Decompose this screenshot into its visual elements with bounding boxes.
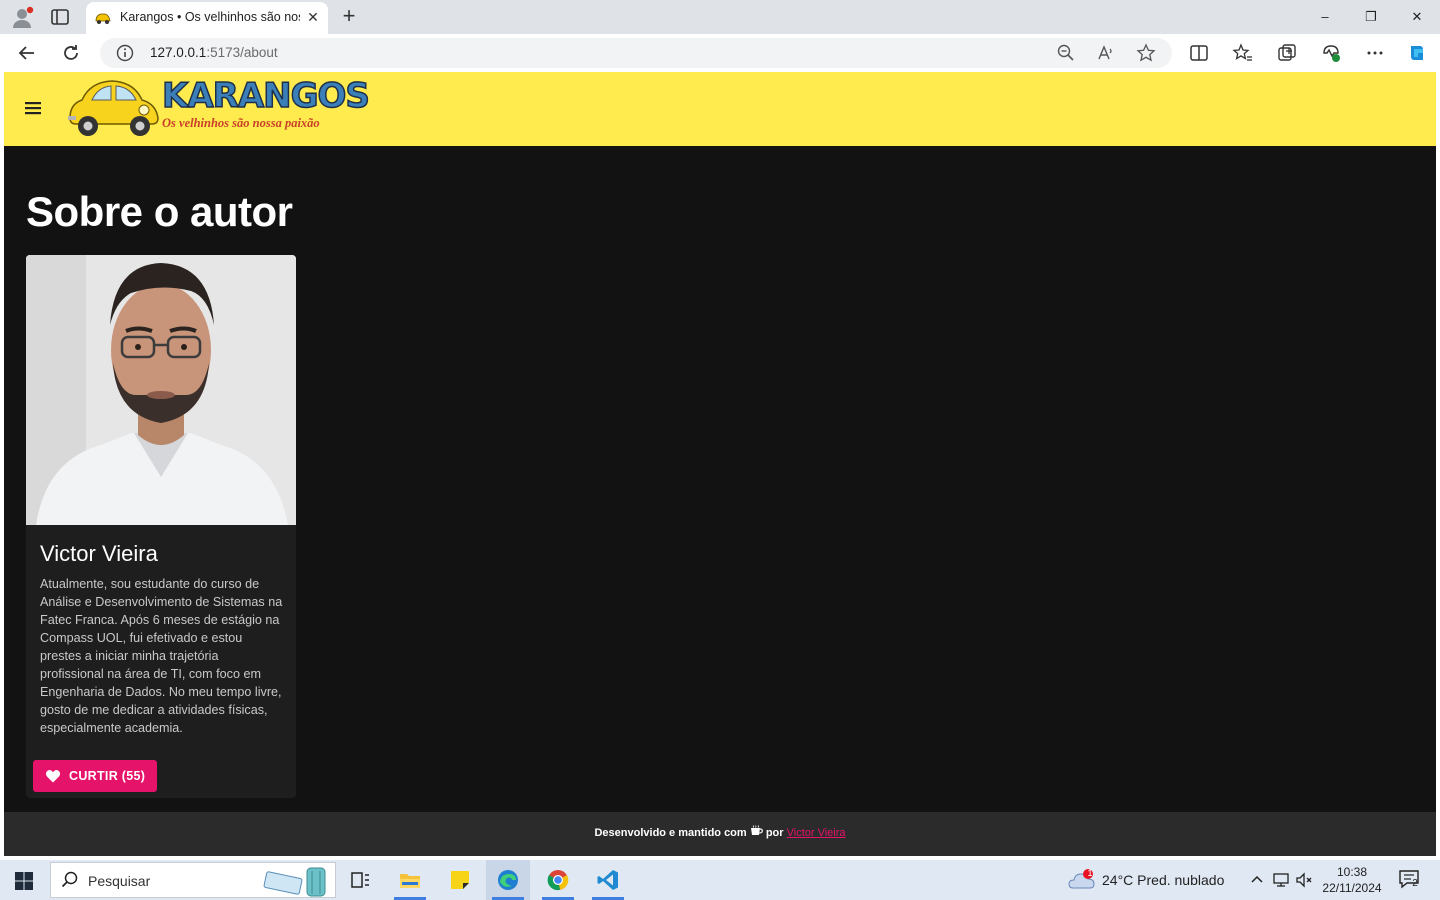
minimize-button[interactable]: – (1302, 0, 1348, 34)
browser-toolbar: 127.0.0.1:5173/about (0, 34, 1440, 72)
url-text: 127.0.0.1:5173/about (150, 45, 278, 60)
browser-tab-strip: Karangos • Os velhinhos são nossa paixão… (0, 0, 1440, 34)
footer-author-link[interactable]: Victor Vieira (787, 827, 846, 839)
restore-button[interactable]: ❐ (1348, 0, 1394, 34)
author-bio: Atualmente, sou estudante do curso de An… (40, 577, 283, 735)
file-explorer-icon (400, 874, 420, 888)
clock-time: 10:38 (1336, 865, 1368, 879)
close-window-button[interactable]: ✕ (1394, 0, 1440, 34)
active-tab[interactable]: Karangos • Os velhinhos são nossa paixão… (86, 2, 328, 34)
logo-car-image (68, 80, 159, 136)
task-view-button[interactable] (338, 860, 382, 900)
collections-icon[interactable] (1276, 42, 1298, 64)
weather-text[interactable]: 24°C Pred. nublado (1102, 872, 1224, 888)
taskbar: Pesquisar 1 24°C Pred. nublado 10:38 22/… (0, 860, 1440, 900)
like-button[interactable]: CURTIR (55) (33, 760, 157, 792)
zoom-out-icon[interactable] (1056, 43, 1076, 63)
menu-icon[interactable] (22, 98, 44, 118)
taskbar-chrome[interactable] (536, 860, 580, 900)
url-host: 127.0.0.1 (150, 45, 207, 60)
chevron-up-icon[interactable] (1248, 871, 1266, 889)
sticky-notes-icon (451, 871, 469, 889)
info-icon[interactable] (116, 44, 134, 62)
profile-icon[interactable] (10, 6, 34, 30)
footer: Desenvolvido e mantido com por Victor Vi… (4, 812, 1436, 856)
copilot-icon[interactable] (1406, 42, 1428, 64)
taskbar-file-explorer[interactable] (388, 860, 432, 900)
coffee-icon (750, 825, 763, 835)
search-icon (61, 871, 78, 888)
split-screen-icon[interactable] (1188, 42, 1210, 64)
weather-badge: 1 (1087, 868, 1093, 878)
task-view-icon (351, 872, 369, 888)
taskbar-edge[interactable] (486, 860, 530, 900)
taskbar-clock[interactable]: 10:38 22/11/2024 (1316, 864, 1388, 896)
more-icon[interactable] (1364, 42, 1386, 64)
app-window: KARANGOS Os velhinhos são nossa paixão S… (4, 72, 1436, 856)
address-bar[interactable]: 127.0.0.1:5173/about (100, 38, 1172, 68)
url-path: :5173/about (206, 45, 278, 60)
footer-text-before: Desenvolvido e mantido com (594, 827, 747, 839)
tab-title: Karangos • Os velhinhos são nossa paixão (120, 10, 300, 24)
notification-button[interactable]: 2 (1398, 869, 1422, 891)
notification-count: 2 (1412, 878, 1418, 889)
author-photo (26, 255, 296, 525)
search-placeholder: Pesquisar (88, 873, 151, 889)
chrome-icon (547, 870, 569, 891)
windows-start-icon[interactable] (14, 871, 34, 891)
author-name: Victor Vieira (40, 541, 158, 566)
browser-essentials-icon[interactable] (1320, 42, 1342, 64)
edge-icon (498, 870, 518, 890)
footer-credits: Desenvolvido e mantido com por Victor Vi… (4, 825, 1436, 839)
clock-date: 22/11/2024 (1322, 881, 1382, 895)
search-highlight-image (263, 867, 326, 897)
favorites-icon[interactable] (1232, 42, 1254, 64)
author-card: Victor Vieira Atualmente, sou estudante … (26, 255, 296, 798)
back-icon[interactable] (16, 42, 38, 64)
logo-title: KARANGOS (161, 75, 370, 117)
taskbar-search[interactable]: Pesquisar (50, 862, 336, 898)
read-aloud-icon[interactable] (1096, 43, 1116, 63)
logo[interactable]: KARANGOS Os velhinhos são nossa paixão (64, 74, 371, 138)
favorite-star-icon[interactable] (1136, 43, 1156, 63)
close-tab-button[interactable]: ✕ (306, 10, 320, 24)
taskbar-sticky-notes[interactable] (438, 860, 482, 900)
logo-tagline: Os velhinhos são nossa paixão (162, 116, 320, 130)
new-tab-button[interactable]: + (338, 5, 360, 28)
heart-icon (45, 769, 61, 783)
like-button-label: CURTIR (55) (69, 769, 146, 783)
page-title: Sobre o autor (26, 188, 293, 235)
volume-muted-icon[interactable] (1295, 871, 1313, 889)
network-icon[interactable] (1272, 871, 1290, 889)
vscode-icon (597, 870, 618, 890)
footer-text-after: por (765, 827, 784, 839)
refresh-icon[interactable] (60, 42, 82, 64)
car-favicon-icon (95, 13, 111, 24)
tab-actions-icon[interactable] (50, 8, 70, 26)
app-header: KARANGOS Os velhinhos são nossa paixão (4, 72, 1436, 146)
taskbar-vscode[interactable] (586, 860, 630, 900)
